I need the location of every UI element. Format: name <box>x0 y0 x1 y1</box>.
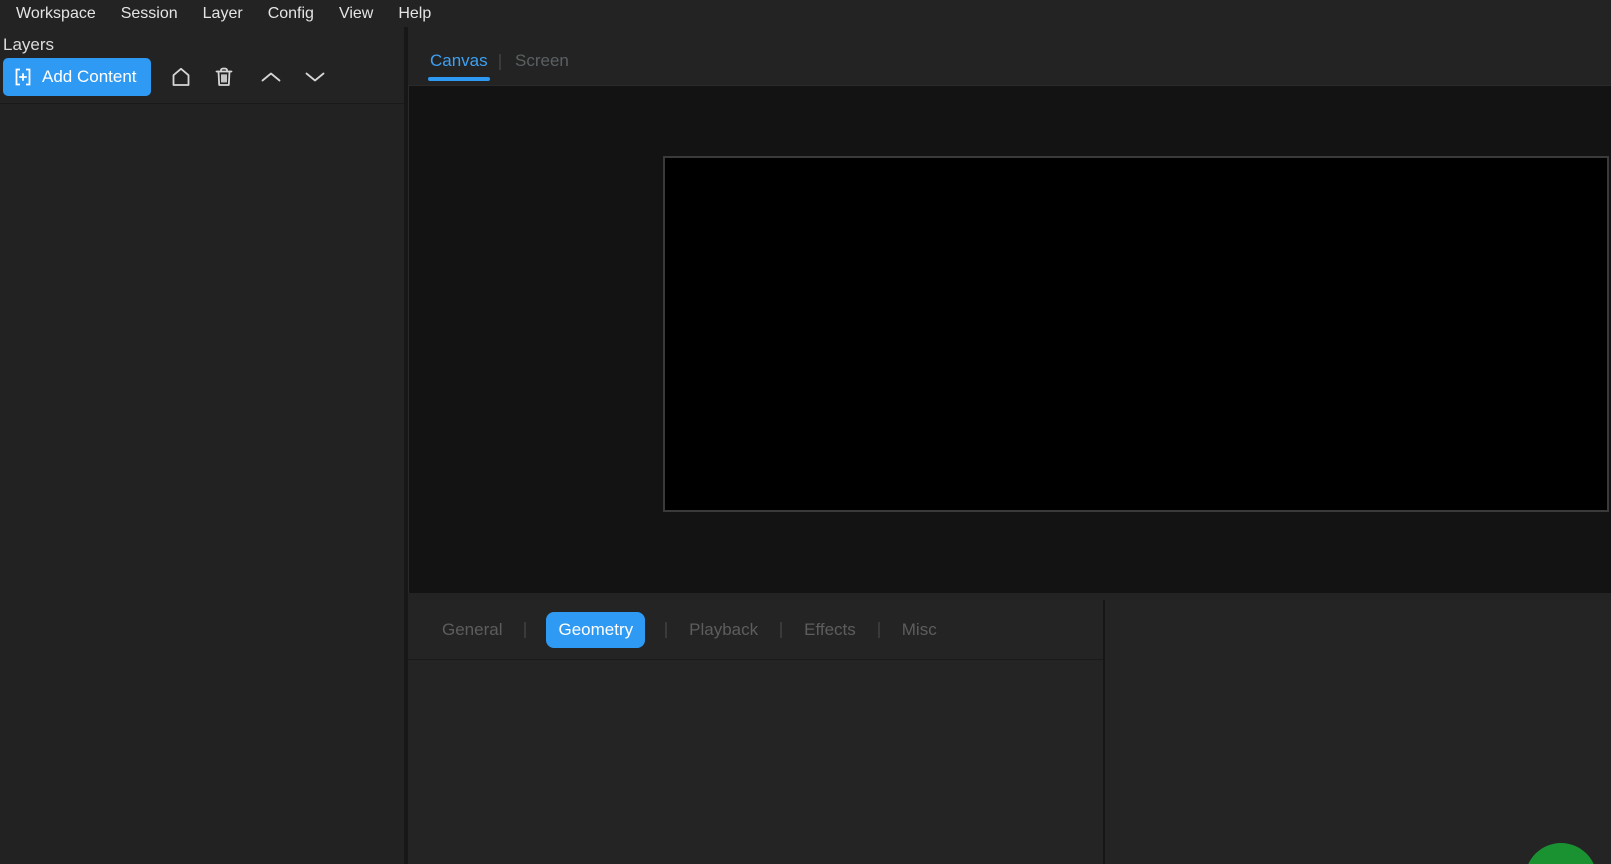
layers-panel-title: Layers <box>3 35 54 55</box>
chevron-up-icon <box>260 71 282 83</box>
properties-panel: General Geometry Playback Effects Misc <box>408 600 1103 864</box>
home-button[interactable] <box>168 64 194 90</box>
menu-item-help[interactable]: Help <box>398 5 431 23</box>
tab-playback[interactable]: Playback <box>687 612 760 648</box>
menu-item-layer[interactable]: Layer <box>203 5 243 23</box>
viewer-tab-separator <box>499 54 501 70</box>
main-area: Canvas Screen General Geometry Playback … <box>408 27 1611 864</box>
tab-screen[interactable]: Screen <box>515 51 569 71</box>
tab-general[interactable]: General <box>440 612 504 648</box>
menu-item-view[interactable]: View <box>339 5 373 23</box>
menu-item-workspace[interactable]: Workspace <box>16 5 96 23</box>
tab-canvas[interactable]: Canvas <box>430 51 488 71</box>
trash-icon <box>213 66 235 88</box>
geometry-properties-body <box>408 661 1103 864</box>
tab-geometry[interactable]: Geometry <box>546 612 645 648</box>
chevron-down-icon <box>304 71 326 83</box>
properties-tab-separator <box>780 622 782 638</box>
menu-item-config[interactable]: Config <box>268 5 314 23</box>
canvas-viewport[interactable] <box>408 85 1611 593</box>
canvas-tab-underline <box>428 77 490 81</box>
properties-tab-separator <box>878 622 880 638</box>
properties-area: General Geometry Playback Effects Misc <box>408 600 1611 864</box>
green-fab-button[interactable] <box>1525 843 1597 864</box>
add-content-label: Add Content <box>42 67 137 87</box>
properties-tab-bar: General Geometry Playback Effects Misc <box>408 600 1103 660</box>
tab-effects[interactable]: Effects <box>802 612 858 648</box>
trash-button[interactable] <box>211 64 237 90</box>
home-icon <box>170 66 192 88</box>
layers-list[interactable] <box>0 104 404 864</box>
properties-tab-separator <box>665 622 667 638</box>
properties-tab-separator <box>524 622 526 638</box>
add-content-button[interactable]: Add Content <box>3 58 151 96</box>
menu-bar: Workspace Session Layer Config View Help <box>0 0 1611 27</box>
layers-toolbar: Add Content <box>3 58 328 96</box>
right-properties-panel <box>1105 600 1611 864</box>
move-layer-up-button[interactable] <box>258 64 284 90</box>
tab-misc[interactable]: Misc <box>900 612 939 648</box>
move-layer-down-button[interactable] <box>302 64 328 90</box>
canvas-screen-rect[interactable] <box>663 156 1609 512</box>
add-content-icon <box>13 67 33 87</box>
viewer-tab-bar: Canvas Screen <box>408 27 1611 85</box>
layers-panel: Layers Add Content <box>0 27 404 864</box>
menu-item-session[interactable]: Session <box>121 5 178 23</box>
